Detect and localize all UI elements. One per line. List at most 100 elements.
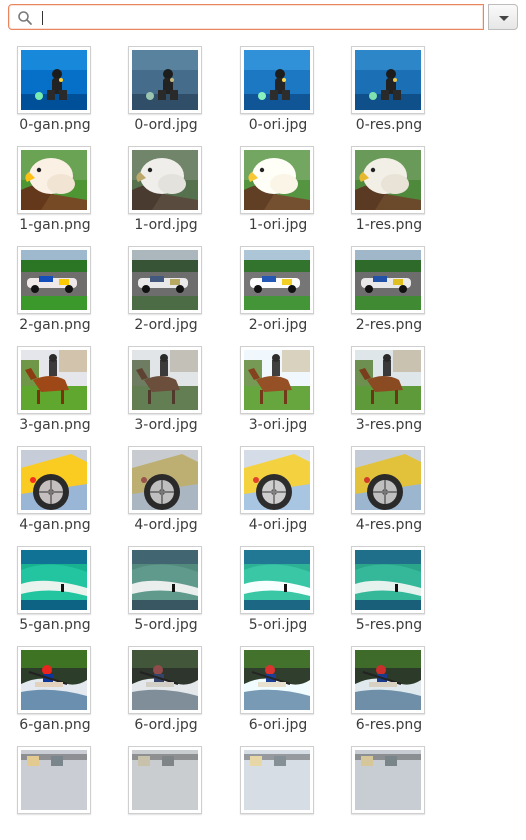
thumbnail-image xyxy=(132,250,198,310)
file-item[interactable]: 3-res.png xyxy=(334,344,444,440)
thumbnail-image xyxy=(355,550,421,610)
file-item[interactable]: 1-ord.jpg xyxy=(111,144,221,240)
file-item[interactable]: 6-ord.jpg xyxy=(111,644,221,740)
thumbnail-image xyxy=(21,350,87,410)
file-item[interactable]: 6-res.png xyxy=(334,644,444,740)
file-item[interactable]: 5-ori.jpg xyxy=(223,544,333,640)
file-name-label: 1-res.png xyxy=(355,217,423,233)
search-field[interactable] xyxy=(8,4,484,30)
file-item[interactable]: 0-ori.jpg xyxy=(223,44,333,140)
file-thumbnail[interactable] xyxy=(240,746,314,814)
file-item[interactable]: 2-ord.jpg xyxy=(111,244,221,340)
thumbnail-image xyxy=(132,650,198,710)
file-name-label: 1-ord.jpg xyxy=(134,217,198,233)
file-item[interactable]: 2-gan.png xyxy=(0,244,110,340)
thumbnail-image xyxy=(21,750,87,810)
thumbnail-image xyxy=(132,350,198,410)
thumbnail-image xyxy=(21,150,87,210)
file-thumbnail[interactable] xyxy=(17,246,91,314)
file-name-label: 6-ori.jpg xyxy=(248,717,308,733)
file-thumbnail[interactable] xyxy=(17,646,91,714)
file-item[interactable]: 6-gan.png xyxy=(0,644,110,740)
file-thumbnail[interactable] xyxy=(17,346,91,414)
thumbnail-image xyxy=(21,450,87,510)
file-name-label: 6-gan.png xyxy=(19,717,91,733)
file-name-label: 6-ord.jpg xyxy=(134,717,198,733)
file-thumbnail[interactable] xyxy=(240,346,314,414)
search-icon xyxy=(17,10,33,26)
thumbnail-image xyxy=(132,150,198,210)
file-name-label: 4-res.png xyxy=(355,517,423,533)
file-name-label: 0-ori.jpg xyxy=(248,117,308,133)
file-item[interactable]: 1-res.png xyxy=(334,144,444,240)
file-item[interactable]: 0-ord.jpg xyxy=(111,44,221,140)
thumbnail-image xyxy=(132,50,198,110)
file-thumbnail[interactable] xyxy=(128,546,202,614)
search-options-dropdown-button[interactable] xyxy=(488,4,518,30)
thumbnail-image xyxy=(355,450,421,510)
file-item[interactable]: 1-ori.jpg xyxy=(223,144,333,240)
file-name-label: 6-res.png xyxy=(355,717,423,733)
file-thumbnail[interactable] xyxy=(128,346,202,414)
file-item[interactable] xyxy=(223,744,333,840)
file-item[interactable]: 5-res.png xyxy=(334,544,444,640)
file-item[interactable]: 2-res.png xyxy=(334,244,444,340)
thumbnail-image xyxy=(21,50,87,110)
file-thumbnail[interactable] xyxy=(128,46,202,114)
file-thumbnail[interactable] xyxy=(240,246,314,314)
file-thumbnail[interactable] xyxy=(128,446,202,514)
file-thumbnail[interactable] xyxy=(128,746,202,814)
file-thumbnail[interactable] xyxy=(17,546,91,614)
file-item[interactable]: 3-gan.png xyxy=(0,344,110,440)
file-thumbnail[interactable] xyxy=(17,146,91,214)
search-input[interactable] xyxy=(41,8,477,28)
file-name-label: 2-ori.jpg xyxy=(248,317,308,333)
file-item[interactable]: 4-ori.jpg xyxy=(223,444,333,540)
file-item[interactable]: 4-res.png xyxy=(334,444,444,540)
file-name-label: 4-ord.jpg xyxy=(134,517,198,533)
text-cursor xyxy=(42,11,43,25)
file-thumbnail[interactable] xyxy=(351,246,425,314)
file-name-label: 3-ori.jpg xyxy=(248,417,308,433)
file-thumbnail[interactable] xyxy=(128,246,202,314)
file-name-label: 2-res.png xyxy=(355,317,423,333)
file-thumbnail[interactable] xyxy=(351,446,425,514)
file-thumbnail[interactable] xyxy=(128,646,202,714)
thumbnail-image xyxy=(355,650,421,710)
file-item[interactable] xyxy=(111,744,221,840)
file-thumbnail[interactable] xyxy=(240,546,314,614)
file-thumbnail[interactable] xyxy=(17,46,91,114)
file-thumbnail[interactable] xyxy=(240,46,314,114)
file-item[interactable]: 0-res.png xyxy=(334,44,444,140)
file-thumbnail[interactable] xyxy=(351,746,425,814)
file-thumbnail[interactable] xyxy=(17,746,91,814)
thumbnail-image xyxy=(355,350,421,410)
file-item[interactable]: 4-ord.jpg xyxy=(111,444,221,540)
file-thumbnail[interactable] xyxy=(240,646,314,714)
thumbnail-image xyxy=(21,250,87,310)
file-name-label: 3-gan.png xyxy=(19,417,91,433)
file-thumbnail[interactable] xyxy=(351,546,425,614)
file-item[interactable]: 5-gan.png xyxy=(0,544,110,640)
file-item[interactable]: 3-ori.jpg xyxy=(223,344,333,440)
file-item[interactable]: 1-gan.png xyxy=(0,144,110,240)
file-item[interactable]: 5-ord.jpg xyxy=(111,544,221,640)
file-thumbnail[interactable] xyxy=(351,46,425,114)
file-item[interactable]: 0-gan.png xyxy=(0,44,110,140)
file-name-label: 2-ord.jpg xyxy=(134,317,198,333)
file-thumbnail[interactable] xyxy=(351,346,425,414)
file-thumbnail[interactable] xyxy=(240,446,314,514)
file-item[interactable] xyxy=(334,744,444,840)
file-item[interactable] xyxy=(0,744,110,840)
file-thumbnail[interactable] xyxy=(351,146,425,214)
file-item[interactable]: 2-ori.jpg xyxy=(223,244,333,340)
file-thumbnail[interactable] xyxy=(240,146,314,214)
file-item[interactable]: 3-ord.jpg xyxy=(111,344,221,440)
file-item[interactable]: 4-gan.png xyxy=(0,444,110,540)
file-thumbnail[interactable] xyxy=(128,146,202,214)
file-name-label: 3-res.png xyxy=(355,417,423,433)
file-item[interactable]: 6-ori.jpg xyxy=(223,644,333,740)
file-thumbnail[interactable] xyxy=(17,446,91,514)
file-thumbnail[interactable] xyxy=(351,646,425,714)
file-name-label: 4-ori.jpg xyxy=(248,517,308,533)
